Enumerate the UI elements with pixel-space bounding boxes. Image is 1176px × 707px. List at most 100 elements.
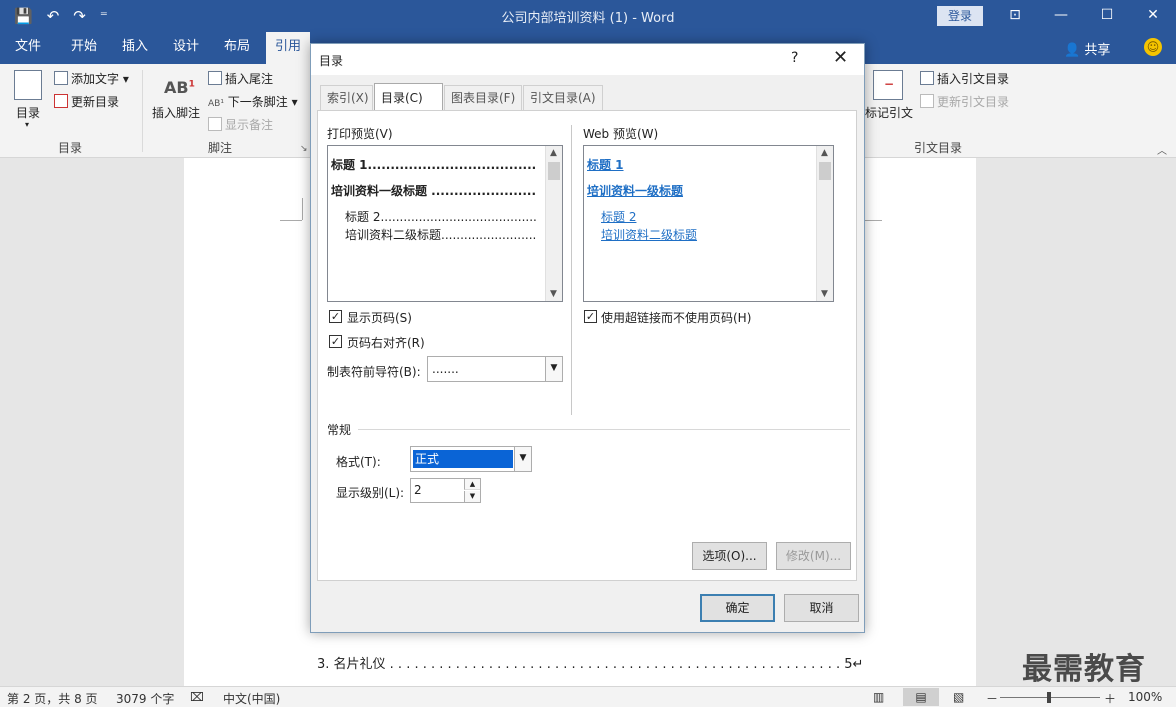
tab-home[interactable]: 开始 <box>62 32 106 64</box>
help-icon[interactable]: ? <box>791 50 798 66</box>
web-preview-heading-2[interactable]: 标题 2 <box>601 208 636 225</box>
zoom-out-button[interactable]: － <box>986 690 998 707</box>
tab-table-of-authorities[interactable]: 引文目录(A) <box>523 85 603 111</box>
next-footnote-label: 下一条脚注 <box>227 95 288 109</box>
dialog-launcher-icon[interactable]: ↘ <box>300 144 308 154</box>
toc-button[interactable]: 目录 <box>16 104 40 121</box>
update-toc-button[interactable]: 更新目录 <box>54 93 119 110</box>
insert-toa-icon <box>920 71 934 85</box>
print-layout-icon[interactable]: ▤ <box>903 688 939 706</box>
print-preview-box: 标题 1....................................… <box>327 145 563 302</box>
tab-toc[interactable]: 目录(C) <box>374 83 443 111</box>
proofing-icon[interactable]: ⌧ <box>190 690 204 704</box>
status-bar: 第 2 页，共 8 页 3079 个字 ⌧ 中文(中国) ▥ ▤ ▧ － ＋ 1… <box>0 686 1176 707</box>
levels-spinner[interactable]: 2 ▲ ▼ <box>410 478 481 503</box>
mark-citation-button[interactable]: 标记引文 <box>865 104 913 121</box>
format-select[interactable]: 正式 ▼ <box>410 446 532 472</box>
tab-leader-select[interactable]: ....... ▼ <box>427 356 563 382</box>
use-hyperlinks-checkbox[interactable]: ✓ <box>584 310 597 323</box>
use-hyperlinks-label[interactable]: 使用超链接而不使用页码(H) <box>601 309 751 326</box>
add-text-button[interactable]: 添加文字 ▾ <box>54 70 129 87</box>
chevron-down-icon[interactable]: ▼ <box>514 447 531 471</box>
maximize-icon[interactable]: ☐ <box>1084 0 1130 32</box>
page-count[interactable]: 第 2 页，共 8 页 <box>7 690 98 707</box>
update-toc-label: 更新目录 <box>71 95 120 109</box>
web-preview-level2-title[interactable]: 培训资料二级标题 <box>601 226 697 243</box>
next-footnote-button[interactable]: AB¹ 下一条脚注 ▾ <box>208 93 298 110</box>
zoom-level[interactable]: 100% <box>1128 690 1162 704</box>
cancel-button[interactable]: 取消 <box>784 594 859 622</box>
tab-table-of-figures[interactable]: 图表目录(F) <box>444 85 522 111</box>
scrollbar[interactable]: ▲ ▼ <box>545 146 562 301</box>
tab-design[interactable]: 设计 <box>164 32 208 64</box>
dialog-titlebar: 目录 ? ✕ <box>311 44 864 75</box>
collapse-ribbon-icon[interactable]: ︿ <box>1157 142 1167 157</box>
general-section-label: 常规 <box>327 423 352 437</box>
mark-citation-icon[interactable]: − <box>873 70 903 100</box>
close-icon[interactable]: ✕ <box>833 47 848 68</box>
update-toa-button[interactable]: 更新引文目录 <box>920 93 1009 110</box>
insert-endnote-button[interactable]: 插入尾注 <box>208 70 273 87</box>
web-preview-level1-title[interactable]: 培训资料一级标题 <box>587 182 683 199</box>
right-align-label[interactable]: 页码右对齐(R) <box>347 334 425 351</box>
show-page-numbers-label[interactable]: 显示页码(S) <box>347 309 412 326</box>
spin-up-icon[interactable]: ▲ <box>464 479 480 490</box>
login-button[interactable]: 登录 <box>937 6 983 26</box>
tab-insert[interactable]: 插入 <box>113 32 157 64</box>
show-page-numbers-checkbox[interactable]: ✓ <box>329 310 342 323</box>
update-toa-label: 更新引文目录 <box>937 95 1010 109</box>
tab-leader-value: ....... <box>432 362 459 376</box>
group-divider <box>142 70 143 152</box>
zoom-in-button[interactable]: ＋ <box>1104 690 1116 707</box>
right-align-checkbox[interactable]: ✓ <box>329 335 342 348</box>
show-notes-icon <box>208 117 222 131</box>
insert-endnote-label: 插入尾注 <box>225 72 274 86</box>
format-value: 正式 <box>413 450 513 468</box>
insert-footnote-icon[interactable]: AB1 <box>164 78 195 97</box>
share-button[interactable]: 👤 共享 <box>1064 39 1110 58</box>
insert-footnote-button[interactable]: 插入脚注 <box>152 104 200 121</box>
scroll-down-icon[interactable]: ▼ <box>550 289 557 299</box>
scroll-up-icon[interactable]: ▲ <box>821 148 828 158</box>
toc-entry[interactable]: 3. 名片礼仪 . . . . . . . . . . . . . . . . … <box>317 653 867 672</box>
toc-large-icon[interactable] <box>14 70 42 100</box>
insert-toa-button[interactable]: 插入引文目录 <box>920 70 1009 87</box>
print-preview-heading-1: 标题 1....................................… <box>331 158 537 172</box>
feedback-smiley-icon[interactable]: ☺ <box>1144 38 1162 56</box>
tab-file[interactable]: 文件 <box>6 32 50 64</box>
crop-mark <box>302 198 303 220</box>
web-preview-box: 标题 1 培训资料一级标题 标题 2 培训资料二级标题 ▲ ▼ <box>583 145 834 302</box>
tab-layout[interactable]: 布局 <box>215 32 259 64</box>
language-indicator[interactable]: 中文(中国) <box>223 690 280 707</box>
group-label-footnotes: 脚注 <box>208 141 233 155</box>
zoom-slider-thumb[interactable] <box>1047 692 1051 703</box>
share-label: 共享 <box>1084 43 1111 58</box>
web-layout-icon[interactable]: ▧ <box>953 690 964 704</box>
web-preview-heading-1[interactable]: 标题 1 <box>587 156 624 173</box>
chevron-down-icon[interactable]: ▾ <box>25 120 29 129</box>
chevron-down-icon[interactable]: ▼ <box>545 357 562 381</box>
read-mode-icon[interactable]: ▥ <box>873 690 884 704</box>
scroll-down-icon[interactable]: ▼ <box>821 289 828 299</box>
word-count[interactable]: 3079 个字 <box>116 690 174 707</box>
scroll-thumb[interactable] <box>819 162 831 180</box>
tab-references[interactable]: 引用 <box>266 32 310 64</box>
next-footnote-icon: AB¹ <box>208 99 224 109</box>
tab-index[interactable]: 索引(X) <box>320 85 373 111</box>
options-button[interactable]: 选项(O)... <box>692 542 767 570</box>
spin-down-icon[interactable]: ▼ <box>464 491 480 502</box>
mark-citation-minus-icon: − <box>884 77 895 91</box>
ribbon-display-options-icon[interactable]: ⊡ <box>992 0 1038 32</box>
add-text-icon <box>54 71 68 85</box>
levels-label: 显示级别(L): <box>336 486 405 500</box>
minimize-icon[interactable]: — <box>1038 0 1084 32</box>
close-window-icon[interactable]: ✕ <box>1130 0 1176 32</box>
group-label-toc: 目录 <box>58 141 83 155</box>
scroll-thumb[interactable] <box>548 162 560 180</box>
modify-button[interactable]: 修改(M)... <box>776 542 851 570</box>
scrollbar[interactable]: ▲ ▼ <box>816 146 833 301</box>
scroll-up-icon[interactable]: ▲ <box>550 148 557 158</box>
show-notes-button[interactable]: 显示备注 <box>208 116 273 133</box>
print-preview-label: 打印预览(V) <box>327 127 393 141</box>
ok-button[interactable]: 确定 <box>700 594 775 622</box>
